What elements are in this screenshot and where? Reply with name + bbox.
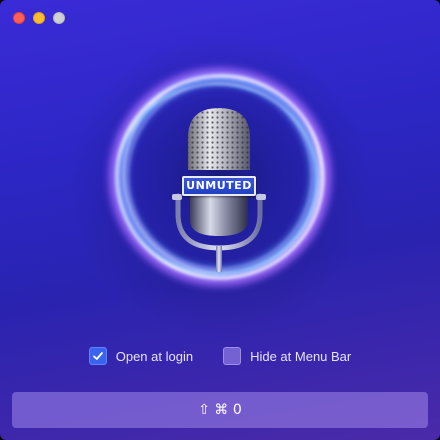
app-window: UNMUTED Open at login Hide at Menu Bar ⇧… <box>0 0 440 440</box>
checkmark-icon <box>92 352 103 360</box>
options-row: Open at login Hide at Menu Bar <box>0 346 440 366</box>
minimize-button[interactable] <box>33 12 45 24</box>
open-at-login-checkbox[interactable] <box>88 347 107 365</box>
close-button[interactable] <box>13 12 25 24</box>
hide-at-menu-bar-option[interactable]: Hide at Menu Bar <box>223 346 351 366</box>
shortcut-keys: ⇧ ⌘ 0 <box>198 402 242 418</box>
shortcut-recorder-button[interactable]: ⇧ ⌘ 0 <box>12 392 428 428</box>
zoom-button[interactable] <box>53 12 65 24</box>
mute-toggle-area[interactable]: UNMUTED <box>0 0 440 330</box>
window-controls <box>13 12 65 24</box>
hide-at-menu-bar-checkbox[interactable] <box>223 347 242 365</box>
open-at-login-option[interactable]: Open at login <box>88 346 194 366</box>
open-at-login-label: Open at login <box>115 348 194 364</box>
microphone-icon <box>109 66 331 286</box>
hide-at-menu-bar-label: Hide at Menu Bar <box>250 348 352 364</box>
status-badge: UNMUTED <box>182 176 256 196</box>
